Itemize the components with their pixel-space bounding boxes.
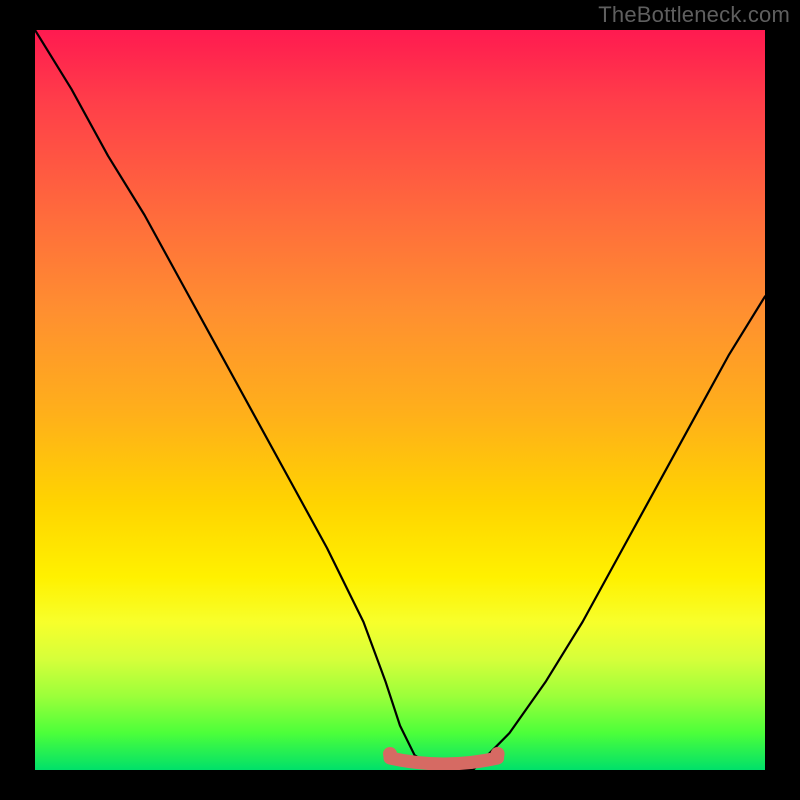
flat-zone-markers	[383, 747, 505, 764]
flat-zone-band	[390, 758, 498, 764]
flat-zone-cap-left	[383, 747, 397, 761]
chart-svg-overlay	[35, 30, 765, 770]
chart-frame: TheBottleneck.com	[0, 0, 800, 800]
curve-line	[35, 30, 765, 770]
flat-zone-cap-right	[491, 747, 505, 761]
watermark-text: TheBottleneck.com	[598, 2, 790, 28]
